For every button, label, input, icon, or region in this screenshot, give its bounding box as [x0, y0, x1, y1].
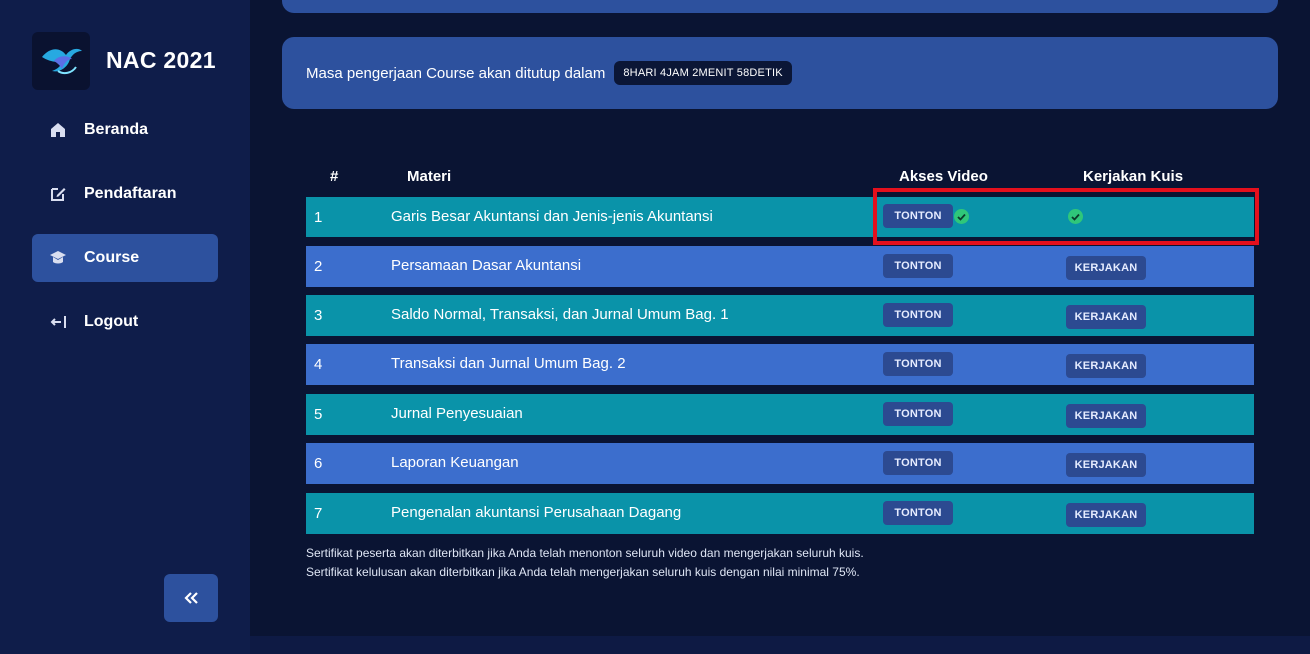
row-title: Persamaan Dasar Akuntansi [391, 257, 582, 274]
top-card [282, 0, 1278, 13]
table-row: 4 Transaksi dan Jurnal Umum Bag. 2 TONTO… [306, 344, 1254, 385]
table-row: 6 Laporan Keuangan TONTON KERJAKAN [306, 443, 1254, 484]
row-title: Jurnal Penyesuaian [391, 405, 523, 422]
sidebar: NAC 2021 Beranda Pendaftaran Course Logo… [0, 0, 250, 654]
row-title: Laporan Keuangan [391, 454, 519, 471]
row-title: Garis Besar Akuntansi dan Jenis-jenis Ak… [391, 208, 713, 225]
row-number: 1 [314, 209, 323, 226]
logout-icon [48, 312, 68, 332]
header-kerjakan-kuis: Kerjakan Kuis [1083, 168, 1184, 185]
sidebar-item-label: Logout [84, 313, 139, 330]
quiz-button[interactable]: KERJAKAN [1066, 453, 1146, 477]
quiz-button[interactable]: KERJAKAN [1066, 404, 1146, 428]
logo[interactable] [32, 32, 90, 90]
graduation-cap-icon [48, 248, 68, 268]
highlight-box [873, 188, 1259, 245]
row-title: Transaksi dan Jurnal Umum Bag. 2 [391, 355, 626, 372]
quiz-button[interactable]: KERJAKAN [1066, 256, 1146, 280]
bottom-strip [250, 636, 1310, 654]
edit-icon [48, 184, 68, 204]
watch-button[interactable]: TONTON [883, 352, 953, 376]
sidebar-item-pendaftaran[interactable]: Pendaftaran [32, 170, 218, 218]
table-header: # Materi Akses Video Kerjakan Kuis [306, 168, 1254, 188]
header-akses-video: Akses Video [899, 168, 988, 185]
row-number: 7 [314, 505, 323, 522]
row-title: Saldo Normal, Transaksi, dan Jurnal Umum… [391, 306, 729, 323]
collapse-sidebar-button[interactable] [164, 574, 218, 622]
header-materi: Materi [407, 168, 452, 185]
countdown-card: Masa pengerjaan Course akan ditutup dala… [282, 37, 1278, 109]
row-number: 2 [314, 258, 323, 275]
header-number: # [330, 168, 339, 185]
quiz-button[interactable]: KERJAKAN [1066, 503, 1146, 527]
table-row: 5 Jurnal Penyesuaian TONTON KERJAKAN [306, 394, 1254, 435]
double-chevron-left-icon [184, 592, 198, 604]
home-icon [48, 120, 68, 140]
watch-button[interactable]: TONTON [883, 402, 953, 426]
watch-button[interactable]: TONTON [883, 501, 953, 525]
countdown-badge: 8HARI 4JAM 2MENIT 58DETIK [614, 61, 792, 85]
note-line: Sertifikat peserta akan diterbitkan jika… [306, 546, 864, 560]
bird-logo-icon [42, 48, 82, 75]
note-line: Sertifikat kelulusan akan diterbitkan ji… [306, 565, 860, 579]
sidebar-item-logout[interactable]: Logout [32, 298, 218, 346]
row-number: 6 [314, 455, 323, 472]
row-title: Pengenalan akuntansi Perusahaan Dagang [391, 504, 682, 521]
row-number: 5 [314, 406, 323, 423]
row-number: 4 [314, 356, 323, 373]
certificate-notes: Sertifikat peserta akan diterbitkan jika… [306, 544, 864, 582]
table-row: 2 Persamaan Dasar Akuntansi TONTON KERJA… [306, 246, 1254, 287]
table-row: 3 Saldo Normal, Transaksi, dan Jurnal Um… [306, 295, 1254, 336]
countdown-text: Masa pengerjaan Course akan ditutup dala… [306, 64, 606, 82]
brand-title: NAC 2021 [106, 47, 216, 73]
sidebar-item-label: Course [84, 249, 140, 266]
quiz-button[interactable]: KERJAKAN [1066, 305, 1146, 329]
watch-button[interactable]: TONTON [883, 254, 953, 278]
table-row: 7 Pengenalan akuntansi Perusahaan Dagang… [306, 493, 1254, 534]
sidebar-item-label: Beranda [84, 121, 149, 138]
watch-button[interactable]: TONTON [883, 303, 953, 327]
sidebar-item-course[interactable]: Course [32, 234, 218, 282]
sidebar-item-label: Pendaftaran [84, 185, 177, 202]
sidebar-item-beranda[interactable]: Beranda [32, 106, 218, 154]
watch-button[interactable]: TONTON [883, 451, 953, 475]
quiz-button[interactable]: KERJAKAN [1066, 354, 1146, 378]
row-number: 3 [314, 307, 323, 324]
